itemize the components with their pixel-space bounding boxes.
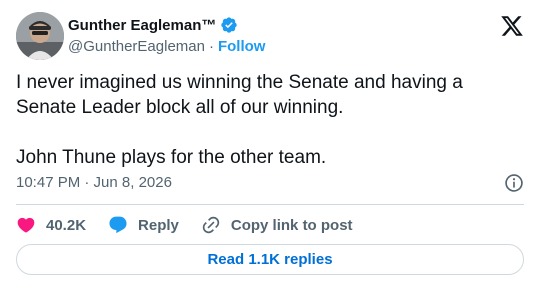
divider xyxy=(16,204,524,205)
copy-link-button[interactable]: Copy link to post xyxy=(201,215,353,235)
copy-link-label: Copy link to post xyxy=(230,216,353,234)
tweet-header: Gunther Eagleman™ @GuntherEagleman · Fol… xyxy=(16,12,524,60)
tweet-text: I never imagined us winning the Senate a… xyxy=(16,72,463,168)
like-button[interactable]: 40.2K xyxy=(16,215,86,235)
info-icon[interactable] xyxy=(504,173,524,193)
avatar[interactable] xyxy=(16,12,64,60)
reply-button[interactable]: Reply xyxy=(108,215,179,235)
x-logo-icon[interactable] xyxy=(500,14,524,38)
reply-label: Reply xyxy=(138,216,179,234)
read-replies-button[interactable]: Read 1.1K replies xyxy=(16,244,524,275)
heart-icon xyxy=(17,217,35,233)
author-info: Gunther Eagleman™ @GuntherEagleman · Fol… xyxy=(68,15,265,56)
author-display-name[interactable]: Gunther Eagleman™ xyxy=(68,17,216,34)
link-icon xyxy=(202,216,220,234)
tweet-timestamp[interactable]: 10:47 PM · Jun 8, 2026 xyxy=(16,174,172,191)
read-replies-label: Read 1.1K replies xyxy=(207,251,333,268)
like-count: 40.2K xyxy=(46,216,87,234)
action-bar: 40.2K Reply Copy link to post xyxy=(16,213,375,237)
author-handle[interactable]: @GuntherEagleman xyxy=(68,38,205,55)
follow-button[interactable]: Follow xyxy=(218,38,266,55)
tweet-card: Gunther Eagleman™ @GuntherEagleman · Fol… xyxy=(0,0,540,291)
separator-dot: · xyxy=(208,37,214,55)
reply-bubble-icon xyxy=(109,216,127,234)
verified-badge-icon xyxy=(220,16,238,34)
